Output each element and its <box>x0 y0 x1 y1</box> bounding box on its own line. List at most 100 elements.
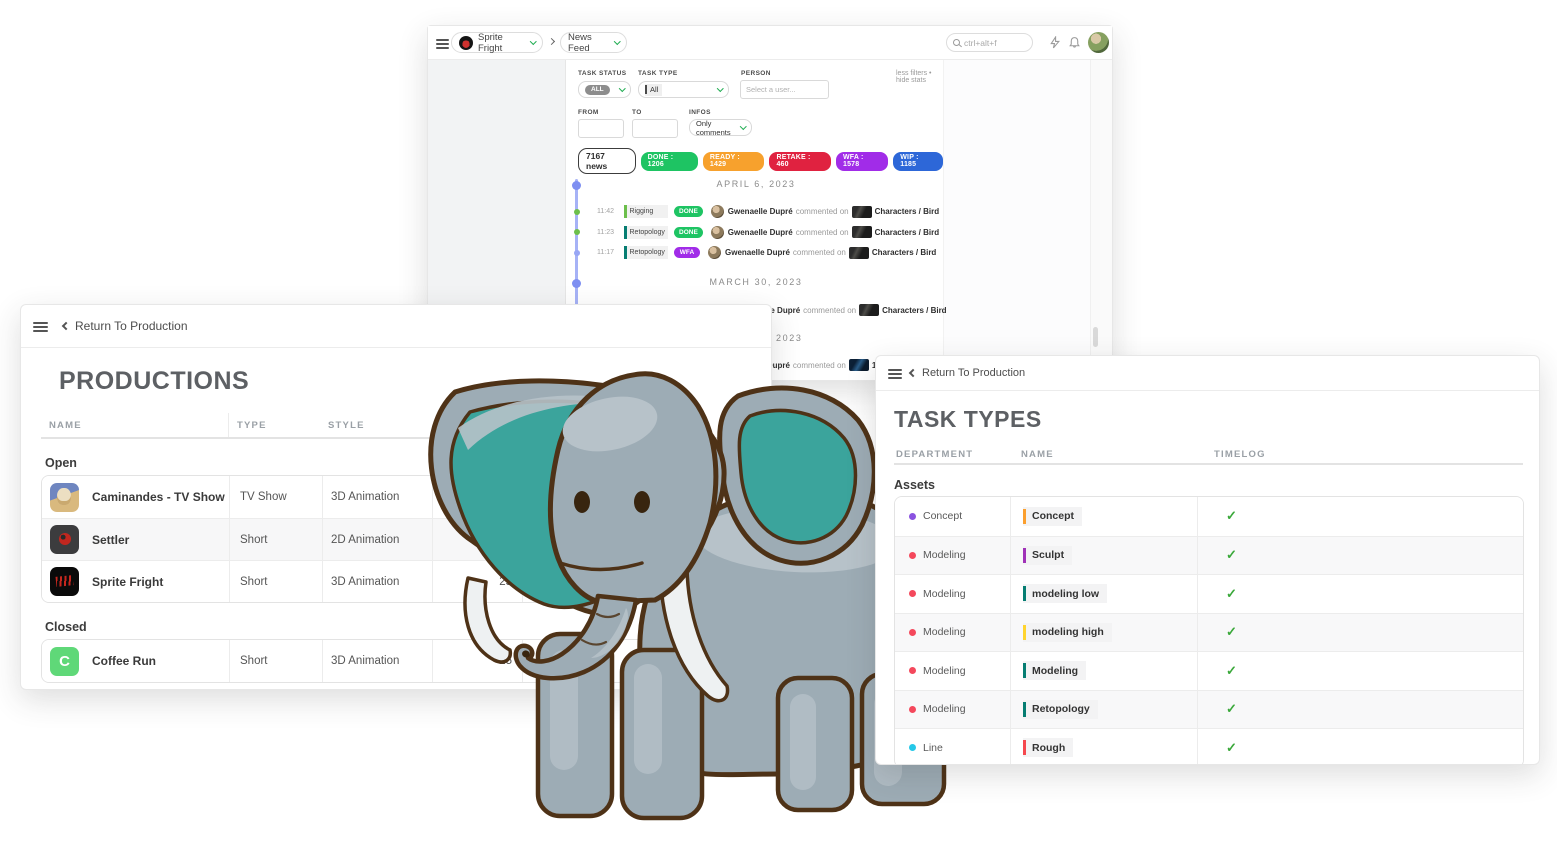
task-type-row[interactable]: Modeling Modeling ✓ <box>895 651 1523 690</box>
column-divider <box>228 413 229 437</box>
task-type-row[interactable]: Modeling modeling low ✓ <box>895 574 1523 613</box>
status-badge: DONE <box>674 227 703 238</box>
project-selector-label: Sprite Fright <box>478 32 526 54</box>
chevron-down-icon <box>619 85 625 91</box>
person-input[interactable] <box>740 80 829 99</box>
task-type-row[interactable]: Modeling Sculpt ✓ <box>895 536 1523 575</box>
department-dot <box>909 629 916 636</box>
infos-label: INFOS <box>689 109 711 116</box>
entry-action: commented on <box>796 228 849 237</box>
status-badge-done[interactable]: DONE : 1206 <box>641 152 698 171</box>
task-type-dropdown[interactable]: All <box>638 81 729 98</box>
infos-value: Only comments <box>696 119 741 137</box>
task-type-chip: Concept <box>1023 507 1082 526</box>
project-avatar <box>459 36 473 50</box>
chevron-left-icon <box>909 369 917 377</box>
task-status-value: ALL <box>585 85 610 95</box>
task-type-tag: Retopology <box>624 226 668 239</box>
feed-date-header: MARCH 30, 2023 <box>586 277 926 287</box>
menu-icon[interactable] <box>888 369 902 379</box>
production-thumbnail <box>50 567 79 596</box>
menu-icon[interactable] <box>436 39 449 49</box>
breadcrumb-chevron-icon <box>548 38 555 45</box>
menu-icon[interactable] <box>33 322 48 332</box>
task-type-color-bar <box>1023 663 1026 678</box>
task-type-row[interactable]: Line Rough ✓ <box>895 728 1523 765</box>
task-type-row[interactable]: Modeling Retopology ✓ <box>895 690 1523 729</box>
author-avatar <box>711 205 724 218</box>
task-type-row[interactable]: Concept Concept ✓ <box>895 497 1523 536</box>
scrollbar-thumb[interactable] <box>1093 327 1098 347</box>
quick-actions-icon[interactable] <box>1048 36 1061 49</box>
notifications-bell-icon[interactable] <box>1068 36 1081 49</box>
task-type-chip: modeling low <box>1023 584 1107 603</box>
department-name: Line <box>923 742 943 754</box>
task-color-bar <box>624 226 627 239</box>
infos-dropdown[interactable]: Only comments <box>689 119 752 136</box>
task-type-chip: Retopology <box>1023 700 1098 719</box>
status-badge-ready[interactable]: READY : 1429 <box>703 152 765 171</box>
productions-topbar: Return To Production <box>21 305 771 348</box>
feed-entry[interactable]: 11:23 Retopology DONE Gwenaelle Dupré co… <box>566 224 939 240</box>
user-avatar[interactable] <box>1088 32 1109 53</box>
entry-time: 11:42 <box>592 208 614 215</box>
entry-target: Characters / Bird <box>875 228 939 237</box>
section-label-closed: Closed <box>45 620 87 634</box>
less-filters-link[interactable]: less filters • hide stats <box>896 70 943 84</box>
task-type-color-bar <box>1023 702 1026 717</box>
production-style: 2D Animation <box>331 534 399 546</box>
entry-target: Characters / Bird <box>872 248 936 257</box>
task-type-value: All <box>650 85 658 94</box>
section-label-open: Open <box>45 456 77 470</box>
chevron-down-icon <box>740 123 746 129</box>
feed-entry[interactable]: 11:42 Rigging DONE Gwenaelle Dupré comme… <box>566 204 939 220</box>
from-label: FROM <box>578 109 599 116</box>
global-search <box>946 33 1033 52</box>
task-type-name: Rough <box>1032 742 1065 754</box>
status-badge-wip[interactable]: WIP : 1185 <box>893 152 943 171</box>
entry-action: commented on <box>796 207 849 216</box>
task-type-name: Retopology <box>1032 703 1090 715</box>
production-type: Short <box>240 576 268 588</box>
department-dot <box>909 706 916 713</box>
entry-author: Gwenaelle Dupré <box>728 228 793 237</box>
production-thumbnail <box>50 483 79 512</box>
task-type-chip: Modeling <box>1023 661 1086 680</box>
from-input[interactable] <box>578 119 624 138</box>
department-name: Modeling <box>923 703 966 715</box>
task-type-color-bar <box>1023 625 1026 640</box>
task-type-label: TASK TYPE <box>638 70 678 77</box>
production-type: Short <box>240 534 268 546</box>
chevron-down-icon <box>717 85 723 91</box>
status-badge-retake[interactable]: RETAKE : 460 <box>769 152 831 171</box>
production-name: Caminandes - TV Show <box>92 490 225 504</box>
news-total-badge: 7167 news <box>578 148 636 174</box>
search-input[interactable] <box>964 38 1024 48</box>
search-icon <box>953 39 960 46</box>
return-to-production-label: Return To Production <box>922 367 1025 379</box>
task-type-color-bar <box>1023 586 1026 601</box>
column-header-style: STYLE <box>328 420 365 431</box>
status-badge-wfa[interactable]: WFA : 1578 <box>836 152 888 171</box>
feed-entry[interactable]: 11:17 Retopology WFA Gwenaelle Dupré com… <box>566 245 936 261</box>
column-header-name: NAME <box>49 420 82 431</box>
page-selector[interactable]: News Feed <box>560 32 627 53</box>
timelog-check-icon: ✓ <box>1226 586 1237 602</box>
task-color-bar <box>624 205 627 218</box>
return-to-production-label: Return To Production <box>75 319 188 333</box>
status-badge: DONE <box>674 206 703 217</box>
department-dot <box>909 590 916 597</box>
author-avatar <box>711 226 724 239</box>
task-color-bar <box>624 246 627 259</box>
return-to-production-link[interactable]: Return To Production <box>910 367 1025 379</box>
task-type-name: Concept <box>1032 510 1074 522</box>
return-to-production-link[interactable]: Return To Production <box>63 319 188 333</box>
task-types-group: Concept Concept ✓ Modeling Sculpt ✓ Mode… <box>894 496 1524 765</box>
timelog-check-icon: ✓ <box>1226 624 1237 640</box>
to-input[interactable] <box>632 119 678 138</box>
task-type-color-bar <box>645 85 647 94</box>
project-selector[interactable]: Sprite Fright <box>451 32 543 53</box>
task-type-name: modeling low <box>1032 588 1099 600</box>
task-status-dropdown[interactable]: ALL <box>578 81 631 98</box>
task-type-row[interactable]: Modeling modeling high ✓ <box>895 613 1523 652</box>
